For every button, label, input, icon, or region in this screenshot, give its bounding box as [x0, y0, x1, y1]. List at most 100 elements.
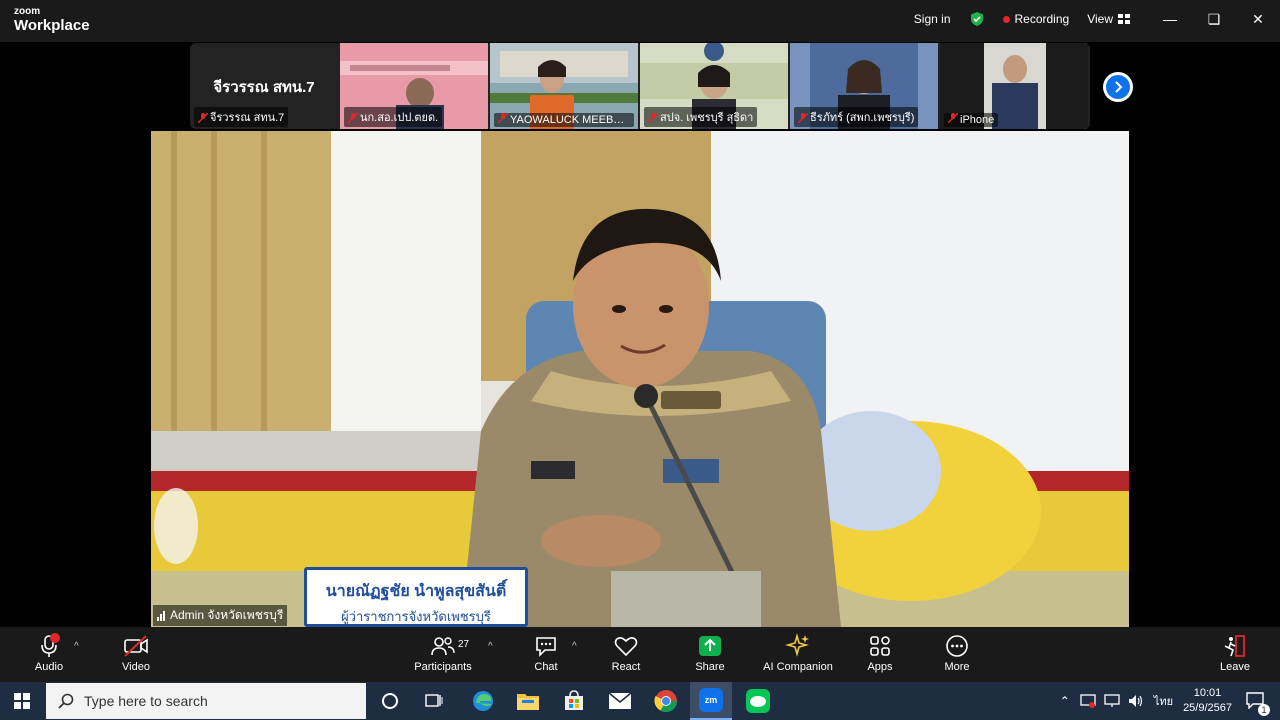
share-screen-icon [699, 636, 721, 656]
leave-door-icon [1224, 635, 1245, 657]
tray-chevron-up-icon[interactable]: ⌃ [1060, 694, 1070, 708]
chat-options-chevron-icon[interactable]: ^ [572, 641, 577, 652]
input-language[interactable]: ไทย [1154, 692, 1173, 710]
participant-name: นก.สอ.เปป.ตยด. [344, 107, 443, 127]
recording-dot-icon [1002, 15, 1010, 23]
grid-view-icon [1118, 14, 1130, 24]
audio-button[interactable]: Audio [9, 633, 89, 673]
share-label: Share [695, 661, 725, 673]
connection-bars-icon [157, 610, 166, 621]
ai-companion-label: AI Companion [763, 661, 833, 673]
restore-icon[interactable]: ❏ [1192, 11, 1236, 28]
microphone-muted-icon [41, 633, 60, 657]
leave-button[interactable]: Leave [1195, 633, 1275, 673]
participant-tile[interactable]: จีรวรรณ สทน.7 จีรวรรณ สทน.7 [190, 43, 338, 129]
search-placeholder: Type here to search [84, 693, 208, 709]
participant-name: YAOWALUCK MEEBU... [494, 113, 634, 127]
speaker-name: Admin จังหวัดเพชรบุรี [170, 608, 284, 622]
sign-in-button[interactable]: Sign in [914, 12, 951, 26]
search-icon [58, 693, 74, 709]
participant-tile[interactable]: นก.สอ.เปป.ตยด. [340, 43, 488, 129]
audio-label: Audio [34, 661, 64, 673]
edge-icon[interactable] [471, 689, 495, 718]
windows-start-icon[interactable] [14, 693, 30, 709]
audio-options-chevron-icon[interactable]: ^ [74, 641, 79, 652]
muted-mic-icon [798, 113, 808, 123]
taskbar-search-box[interactable]: Type here to search [46, 683, 366, 719]
react-label: React [611, 661, 641, 673]
more-button[interactable]: More [917, 633, 997, 673]
muted-mic-icon [498, 113, 508, 123]
participant-big-name: จีรวรรณ สทน.7 [213, 79, 315, 96]
participants-label: Participants [414, 661, 472, 673]
muted-mic-icon [198, 113, 208, 123]
windows-taskbar: Type here to search zm ⌃ ไทย 10:01 25/9/… [0, 682, 1280, 720]
volume-icon[interactable] [1128, 694, 1144, 708]
task-view-icon[interactable] [425, 692, 443, 715]
notification-count: 1 [1258, 703, 1270, 716]
chat-icon [536, 637, 556, 657]
logo-small-text: zoom [14, 6, 41, 17]
sign-in-label: Sign in [913, 12, 951, 26]
participant-tile[interactable]: ธีรภัทร์ (สพก.เพชรบุรี) [790, 43, 938, 129]
view-button[interactable]: View [1087, 12, 1130, 26]
speaker-name-tag: Admin จังหวัดเพชรบุรี [153, 605, 288, 626]
recording-indicator[interactable]: Recording [1002, 12, 1070, 26]
network-icon[interactable] [1104, 694, 1120, 708]
participant-tile[interactable]: สปจ. เพชรบุรี สุธิดา [640, 43, 788, 129]
next-page-button[interactable] [1103, 72, 1133, 102]
clock-time: 10:01 [1193, 687, 1222, 700]
participant-tile[interactable]: YAOWALUCK MEEBU... [490, 43, 638, 129]
logo-big-text: Workplace [14, 17, 90, 34]
zoom-taskbar-icon[interactable]: zm [690, 682, 732, 720]
participant-name: สปจ. เพชรบุรี สุธิดา [644, 107, 758, 127]
microsoft-store-icon[interactable] [563, 690, 585, 717]
muted-mic-icon [348, 113, 358, 123]
line-app-icon[interactable] [746, 689, 770, 713]
muted-mic-icon [648, 113, 658, 123]
chrome-icon[interactable] [654, 689, 678, 718]
nameplate-name: นายณัฏฐชัย นำพูลสุขสันติ์ [325, 583, 507, 600]
participants-button[interactable]: Participants [403, 633, 483, 673]
zoom-logo: zoom Workplace [14, 6, 90, 34]
participants-icon [431, 637, 455, 656]
system-tray: ⌃ ไทย 10:01 25/9/2567 1 [1060, 682, 1280, 720]
notifications-icon[interactable]: 1 [1246, 691, 1270, 716]
mail-icon[interactable] [608, 692, 632, 715]
minimize-icon[interactable]: — [1148, 11, 1192, 27]
title-bar: zoom Workplace Sign in Recording View — … [0, 0, 1280, 42]
close-icon[interactable]: ✕ [1236, 11, 1280, 28]
participant-name: ธีรภัทร์ (สพก.เพชรบุรี) [794, 107, 919, 127]
leave-label: Leave [1220, 661, 1250, 673]
cortana-icon[interactable] [382, 693, 398, 709]
speaker-nameplate: นายณัฏฐชัย นำพูลสุขสันติ์ ผู้ว่าราชการจั… [304, 567, 528, 627]
meeting-toolbar: Audio ^ Video Participants 27 ^ Chat ^ R… [0, 627, 1280, 682]
meet-now-icon[interactable] [1080, 694, 1096, 708]
chat-button[interactable]: Chat [506, 633, 586, 673]
taskbar-clock[interactable]: 10:01 25/9/2567 [1183, 686, 1232, 716]
clock-date: 25/9/2567 [1183, 702, 1232, 714]
apps-icon [870, 636, 890, 656]
security-shield-icon[interactable] [969, 11, 985, 27]
participant-tile[interactable]: iPhone [940, 43, 1088, 129]
file-explorer-icon[interactable] [516, 690, 540, 717]
video-button[interactable]: Video [96, 633, 176, 673]
apps-button[interactable]: Apps [840, 633, 920, 673]
nameplate-title: ผู้ว่าราชการจังหวัดเพชรบุรี [341, 609, 491, 624]
participants-count: 27 [458, 639, 470, 650]
more-label: More [944, 661, 970, 673]
share-button[interactable]: Share [670, 633, 750, 673]
speaker-video-frame [151, 131, 1129, 627]
ai-companion-button[interactable]: AI Companion [758, 633, 838, 673]
video-label: Video [122, 661, 150, 673]
main-speaker-video[interactable]: นายณัฏฐชัย นำพูลสุขสันติ์ ผู้ว่าราชการจั… [151, 131, 1129, 627]
recording-label: Recording [1014, 12, 1070, 26]
more-icon [946, 635, 968, 657]
muted-mic-icon [948, 113, 958, 123]
ai-sparkle-icon [785, 633, 809, 657]
participant-name: จีรวรรณ สทน.7 [194, 107, 289, 127]
participants-options-chevron-icon[interactable]: ^ [488, 641, 493, 652]
apps-label: Apps [867, 661, 893, 673]
react-button[interactable]: React [586, 633, 666, 673]
view-label: View [1087, 12, 1113, 26]
